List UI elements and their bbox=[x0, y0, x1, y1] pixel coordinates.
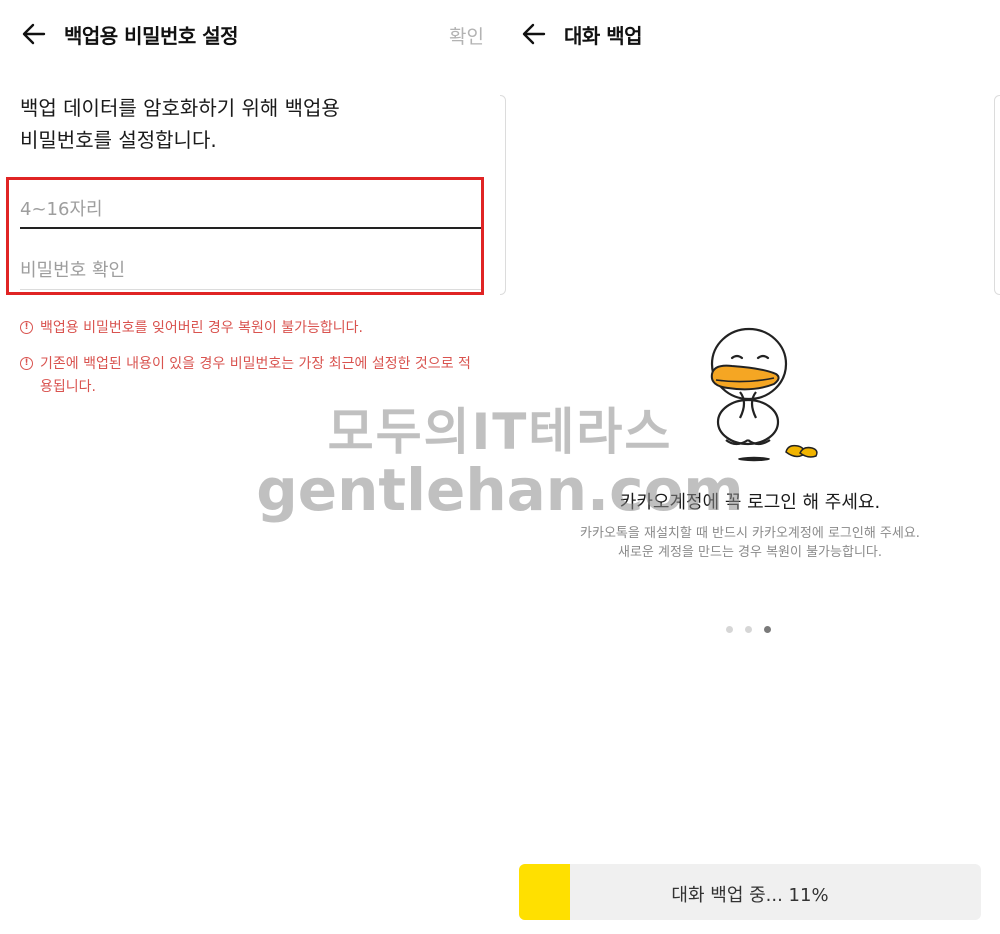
progress-label: 대화 백업 중... 11% bbox=[671, 885, 829, 906]
password-placeholder: 4~16자리 bbox=[20, 199, 103, 220]
page-title: 백업용 비밀번호 설정 bbox=[64, 24, 239, 48]
password-confirm-input[interactable]: 비밀번호 확인 bbox=[20, 246, 481, 290]
backup-progress-bar: 대화 백업 중... 11% bbox=[519, 864, 981, 920]
input-underline bbox=[20, 227, 481, 229]
page-dot[interactable] bbox=[726, 626, 733, 633]
password-confirm-placeholder: 비밀번호 확인 bbox=[20, 260, 126, 281]
page-dot[interactable] bbox=[745, 626, 752, 633]
login-notice-line-2: 새로운 계정을 만드는 경우 복원이 불가능합니다. bbox=[618, 545, 882, 560]
page-dot-active[interactable] bbox=[764, 626, 771, 633]
intro-text: 백업 데이터를 암호화하기 위해 백업용 비밀번호를 설정합니다. bbox=[20, 92, 460, 156]
page-title: 대화 백업 bbox=[564, 24, 643, 48]
exclamation-circle-icon: ! bbox=[20, 357, 33, 370]
exclamation-circle-icon: ! bbox=[20, 321, 33, 334]
password-input[interactable]: 4~16자리 bbox=[20, 185, 481, 229]
chat-backup-screen: 대화 백업 카카오계정에 꼭 로그인 해 주세요. 카카오톡을 재설치할 때 반… bbox=[500, 0, 1000, 934]
intro-line-2: 비밀번호를 설정합니다. bbox=[20, 128, 217, 152]
warning-text: 기존에 백업된 내용이 있을 경우 비밀번호는 가장 최근에 설정한 것으로 적… bbox=[40, 356, 471, 395]
header: 백업용 비밀번호 설정 확인 bbox=[0, 0, 500, 68]
carousel-card-edge-left bbox=[500, 95, 506, 295]
back-arrow-icon[interactable] bbox=[520, 20, 548, 48]
carousel-card-edge-right bbox=[994, 95, 1000, 295]
header: 대화 백업 bbox=[500, 0, 1000, 68]
backup-password-screen: 백업용 비밀번호 설정 확인 백업 데이터를 암호화하기 위해 백업용 비밀번호… bbox=[0, 0, 500, 934]
confirm-button[interactable]: 확인 bbox=[449, 22, 484, 49]
warning-text: 백업용 비밀번호를 잊어버린 경우 복원이 불가능합니다. bbox=[40, 320, 363, 336]
page-indicator bbox=[726, 626, 776, 634]
duck-character-illustration bbox=[710, 327, 818, 462]
warning-item: ! 기존에 백업된 내용이 있을 경우 비밀번호는 가장 최근에 설정한 것으로… bbox=[20, 353, 480, 399]
input-underline bbox=[20, 289, 481, 290]
back-arrow-icon[interactable] bbox=[20, 20, 48, 48]
intro-line-1: 백업 데이터를 암호화하기 위해 백업용 bbox=[20, 96, 340, 120]
login-notice-line-1: 카카오톡을 재설치할 때 반드시 카카오계정에 로그인해 주세요. bbox=[580, 526, 920, 541]
warning-item: ! 백업용 비밀번호를 잊어버린 경우 복원이 불가능합니다. bbox=[20, 317, 480, 340]
login-notice-title: 카카오계정에 꼭 로그인 해 주세요. bbox=[619, 492, 881, 513]
